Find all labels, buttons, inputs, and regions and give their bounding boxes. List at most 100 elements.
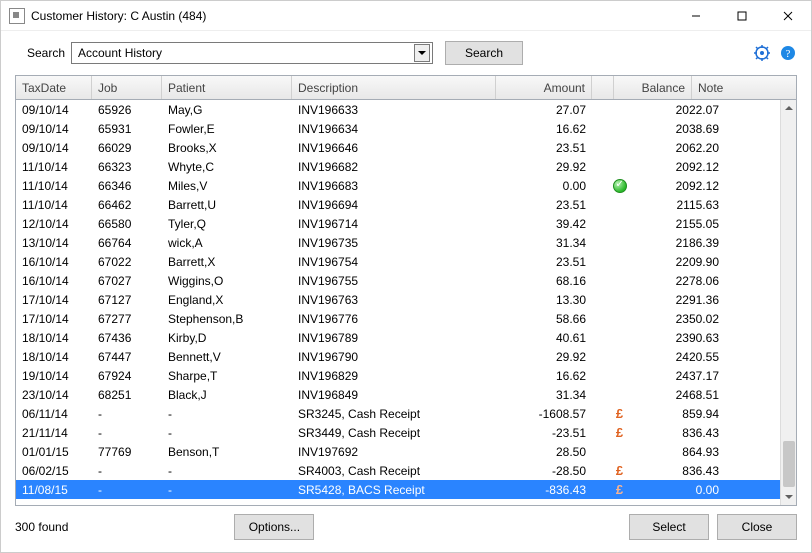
- cell: 67924: [92, 366, 162, 385]
- table-row[interactable]: 18/10/1467447Bennett,VINV19679029.922420…: [16, 347, 780, 366]
- col-patient[interactable]: Patient: [162, 76, 292, 99]
- options-button[interactable]: Options...: [234, 514, 314, 540]
- cell: -: [92, 404, 162, 423]
- cell: 2350.02: [647, 309, 725, 328]
- cell: Barrett,X: [162, 252, 292, 271]
- status-cell: [592, 290, 647, 309]
- cell: Miles,V: [162, 176, 292, 195]
- cell: 11/10/14: [16, 195, 92, 214]
- scroll-thumb[interactable]: [783, 441, 795, 487]
- cell: [725, 328, 780, 347]
- col-note[interactable]: Note: [692, 76, 796, 99]
- cell: 21/11/14: [16, 423, 92, 442]
- cell: [725, 290, 780, 309]
- cell: 2115.63: [647, 195, 725, 214]
- scroll-down-button[interactable]: [781, 489, 796, 505]
- table-row[interactable]: 11/10/1466323Whyte,CINV19668229.922092.1…: [16, 157, 780, 176]
- cell: 67447: [92, 347, 162, 366]
- table-row[interactable]: 09/10/1466029Brooks,XINV19664623.512062.…: [16, 138, 780, 157]
- cell: [725, 214, 780, 233]
- cell: 67027: [92, 271, 162, 290]
- select-button[interactable]: Select: [629, 514, 709, 540]
- table-row[interactable]: 19/10/1467924Sharpe,TINV19682916.622437.…: [16, 366, 780, 385]
- col-job[interactable]: Job: [92, 76, 162, 99]
- status-cell: [592, 442, 647, 461]
- cell: 09/10/14: [16, 100, 92, 119]
- col-amount[interactable]: Amount: [496, 76, 592, 99]
- col-description[interactable]: Description: [292, 76, 496, 99]
- col-balance[interactable]: Balance: [614, 76, 692, 99]
- cell: Tyler,Q: [162, 214, 292, 233]
- cell: -23.51: [496, 423, 592, 442]
- status-cell: £: [592, 461, 647, 480]
- cell: 17/10/14: [16, 309, 92, 328]
- table-row[interactable]: 23/10/1468251Black,JINV19684931.342468.5…: [16, 385, 780, 404]
- cell: 836.43: [647, 461, 725, 480]
- table-row[interactable]: 17/10/1467127England,XINV19676313.302291…: [16, 290, 780, 309]
- table-row[interactable]: 16/10/1467027Wiggins,OINV19675568.162278…: [16, 271, 780, 290]
- close-footer-button[interactable]: Close: [717, 514, 797, 540]
- cell: 58.66: [496, 309, 592, 328]
- status-cell: [592, 176, 647, 195]
- table-row[interactable]: 06/02/15--SR4003, Cash Receipt-28.50£836…: [16, 461, 780, 480]
- cell: INV196735: [292, 233, 496, 252]
- status-cell: [592, 328, 647, 347]
- cell: -: [92, 461, 162, 480]
- svg-text:?: ?: [786, 48, 791, 60]
- table-row[interactable]: 11/10/1466462Barrett,UINV19669423.512115…: [16, 195, 780, 214]
- cell: INV197692: [292, 442, 496, 461]
- table-row[interactable]: 12/10/1466580Tyler,QINV19671439.422155.0…: [16, 214, 780, 233]
- help-button[interactable]: ?: [779, 44, 797, 62]
- table-row[interactable]: 11/10/1466346Miles,VINV1966830.002092.12: [16, 176, 780, 195]
- status-cell: [592, 214, 647, 233]
- cell: 2155.05: [647, 214, 725, 233]
- cell: 16/10/14: [16, 252, 92, 271]
- minimize-button[interactable]: [673, 1, 719, 31]
- cell: 28.50: [496, 442, 592, 461]
- table-row[interactable]: 16/10/1467022Barrett,XINV19675423.512209…: [16, 252, 780, 271]
- cell: 2038.69: [647, 119, 725, 138]
- cell: 09/10/14: [16, 119, 92, 138]
- col-status[interactable]: [592, 76, 614, 99]
- cell: 66462: [92, 195, 162, 214]
- content: Search Account History Search: [1, 31, 811, 552]
- search-button[interactable]: Search: [445, 41, 523, 65]
- table-row[interactable]: 01/01/1577769Benson,TINV19769228.50864.9…: [16, 442, 780, 461]
- table-row[interactable]: 06/11/14--SR3245, Cash Receipt-1608.57£8…: [16, 404, 780, 423]
- select-button-label: Select: [652, 520, 685, 534]
- status-cell: [592, 366, 647, 385]
- cell: 29.92: [496, 347, 592, 366]
- table-row[interactable]: 18/10/1467436Kirby,DINV19678940.612390.6…: [16, 328, 780, 347]
- table-row[interactable]: 11/08/15--SR5428, BACS Receipt-836.43£0.…: [16, 480, 780, 499]
- currency-icon: £: [616, 463, 623, 478]
- cell: 2420.55: [647, 347, 725, 366]
- search-combo-dropdown[interactable]: [414, 44, 430, 62]
- maximize-button[interactable]: [719, 1, 765, 31]
- table-row[interactable]: 09/10/1465926May,GINV19663327.072022.07: [16, 100, 780, 119]
- scroll-up-button[interactable]: [781, 100, 796, 116]
- table-row[interactable]: 17/10/1467277Stephenson,BINV19677658.662…: [16, 309, 780, 328]
- status-cell: [592, 100, 647, 119]
- cell: INV196790: [292, 347, 496, 366]
- table-row[interactable]: 13/10/1466764wick,AINV19673531.342186.39: [16, 233, 780, 252]
- table-row[interactable]: 09/10/1465931Fowler,EINV19663416.622038.…: [16, 119, 780, 138]
- cell: INV196646: [292, 138, 496, 157]
- search-combo[interactable]: Account History: [71, 42, 433, 64]
- cell: INV196829: [292, 366, 496, 385]
- cell: Kirby,D: [162, 328, 292, 347]
- cell: wick,A: [162, 233, 292, 252]
- col-taxdate[interactable]: TaxDate: [16, 76, 92, 99]
- cell: May,G: [162, 100, 292, 119]
- cell: 11/10/14: [16, 157, 92, 176]
- cell: 01/01/15: [16, 442, 92, 461]
- cell: 2291.36: [647, 290, 725, 309]
- chevron-down-icon: [418, 49, 426, 57]
- cell: 864.93: [647, 442, 725, 461]
- close-button[interactable]: [765, 1, 811, 31]
- vertical-scrollbar[interactable]: [780, 100, 796, 505]
- cell: -836.43: [496, 480, 592, 499]
- table-row[interactable]: 21/11/14--SR3449, Cash Receipt-23.51£836…: [16, 423, 780, 442]
- settings-button[interactable]: [753, 44, 771, 62]
- cell: [725, 480, 780, 499]
- cell: SR3449, Cash Receipt: [292, 423, 496, 442]
